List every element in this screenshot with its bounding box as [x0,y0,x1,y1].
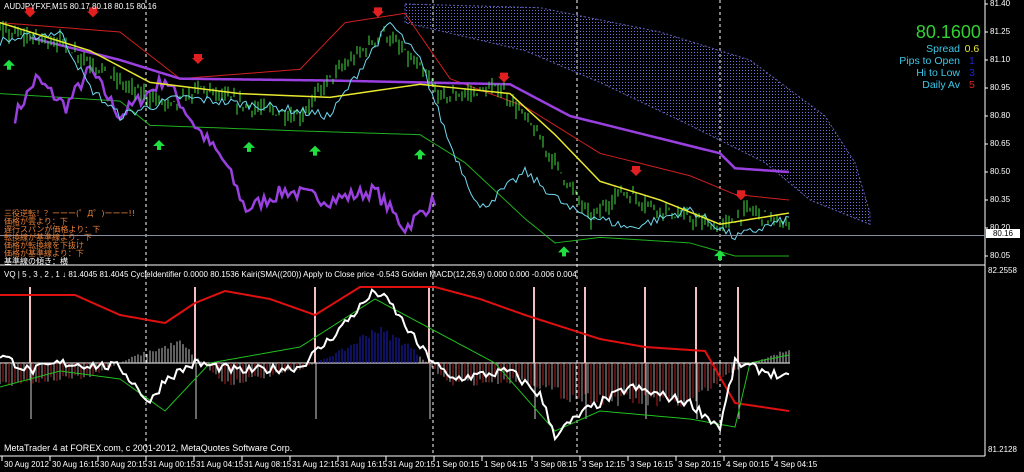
lower-tick-label: 82.2558 [988,266,1017,275]
time-tick-label: 31 Aug 20:15 [388,460,436,469]
info-value: 5 [969,79,975,91]
buy-arrow-icon [153,140,165,150]
info-row-hi-to-low: Hi to Low 3 [880,67,981,79]
copyright-text: MetaTrader 4 at FOREX.com, c 2001-2012, … [4,443,293,453]
info-value: 1 [969,55,975,67]
info-label: Pips to Open [899,55,960,67]
time-tick-label: 31 Aug 00:15 [148,460,196,469]
price-tick-label: 80.50 [990,167,1011,176]
buy-arrow-icon [558,246,570,257]
time-tick-label: 3 Sep 08:15 [534,460,578,469]
sell-arrow-icon [192,54,204,64]
buy-arrow-icon [414,149,426,160]
price-tick-label: 80.95 [990,83,1011,92]
price-tick-label: 80.20 [990,223,1011,232]
sell-arrow-icon [735,190,747,201]
time-tick-label: 3 Sep 20:15 [678,460,722,469]
info-row-daily-av: Daily Av 5 [880,79,981,91]
symbol-header: AUDJPYFXF,M15 80.17 80.18 80.15 80.16 [4,2,157,11]
time-tick-label: 1 Sep 04:15 [484,460,528,469]
price-tick-label: 81.10 [990,55,1011,64]
bid-price: 80.1600 [915,22,981,42]
price-tick-label: 80.80 [990,111,1011,120]
info-row-spread: Spread 0.6 [880,43,981,55]
price-tick-label: 80.05 [990,251,1011,260]
info-label: Hi to Low [916,67,960,79]
info-panel: 80.1600 Spread 0.6 Pips to Open 1 Hi to … [880,22,981,91]
lower-white-line [0,288,790,442]
time-tick-label: 30 Aug 20:15 [100,460,148,469]
sell-arrow-icon [498,72,510,83]
time-tick-label: 3 Sep 12:15 [582,460,626,469]
price-tick-label: 80.65 [990,139,1011,148]
info-value: 0.6 [964,43,980,55]
info-label: Daily Av [922,79,960,91]
time-tick-label: 31 Aug 16:15 [340,460,388,469]
time-tick-label: 30 Aug 16:15 [52,460,100,469]
time-tick-label: 4 Sep 00:15 [726,460,770,469]
ichimoku-cloud [404,3,871,226]
indicator-header: VQ | 5 , 3 , 2 , 1 ↓ 81.4045 81.4045 Cyc… [4,270,577,279]
time-tick-label: 3 Sep 16:15 [630,460,674,469]
sell-arrow-icon [372,7,384,18]
price-chart[interactable] [0,0,1024,472]
time-tick-label: 30 Aug 2012 [4,460,49,469]
buy-arrow-icon [714,250,726,261]
price-tick-label: 80.35 [990,195,1011,204]
time-tick-label: 31 Aug 08:15 [244,460,292,469]
price-tick-label: 81.25 [990,27,1011,36]
time-tick-label: 31 Aug 12:15 [292,460,340,469]
lower-tick-label: 81.2128 [988,445,1017,454]
time-tick-label: 1 Sep 00:15 [436,460,480,469]
time-tick-label: 31 Aug 04:15 [196,460,244,469]
buy-arrow-icon [243,141,255,152]
lower-red-line [0,286,790,412]
signal-line: 基準線の傾き：横 [4,257,68,266]
sell-arrow-icon [630,166,642,176]
info-value: 3 [969,67,975,79]
price-tick-label: 81.40 [990,0,1011,8]
buy-arrow-icon [309,145,321,156]
info-row-pips-to-open: Pips to Open 1 [880,55,981,67]
chart-window[interactable]: AUDJPYFXF,M15 80.17 80.18 80.15 80.16 VQ… [0,0,1024,472]
buy-arrow-icon [3,59,15,70]
time-tick-label: 4 Sep 04:15 [774,460,818,469]
info-label: Spread [926,43,960,55]
